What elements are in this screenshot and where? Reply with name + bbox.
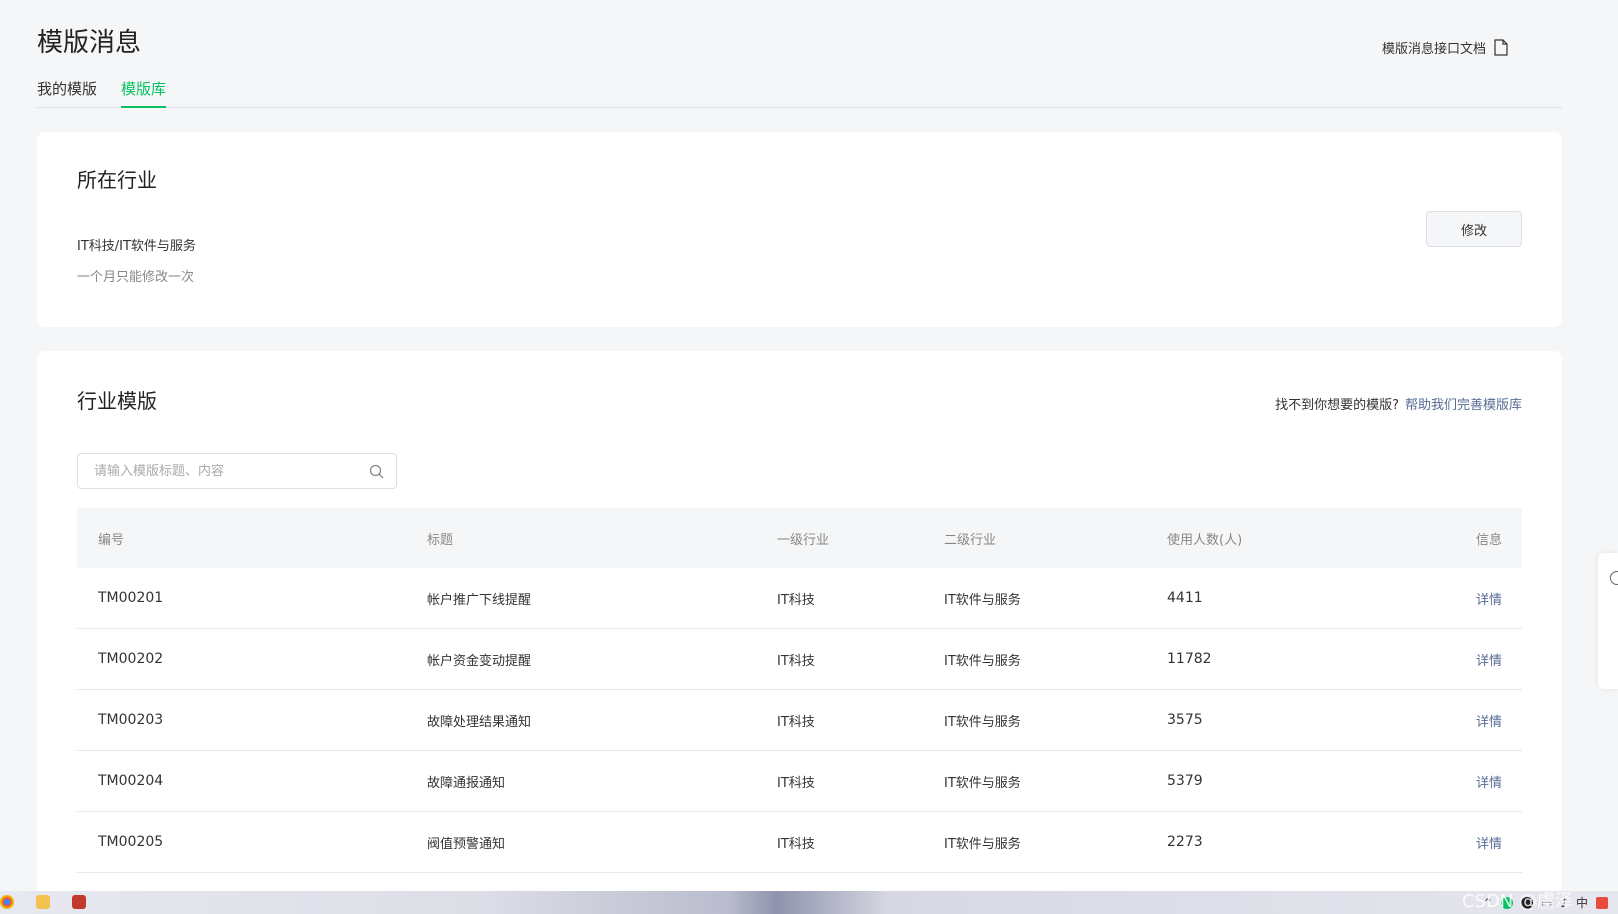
tab-template-library[interactable]: 模版库 [121, 78, 167, 108]
folder-icon[interactable] [36, 895, 50, 909]
col-header-users: 使用人数(人) [1167, 532, 1243, 548]
cell-industry1: IT科技 [777, 775, 815, 791]
templates-card: 行业模版 找不到你想要的模版? 帮助我们完善模版库 编号 标题 一级行业 二级行… [37, 351, 1562, 911]
col-header-industry2: 二级行业 [944, 532, 997, 548]
cell-industry2: IT软件与服务 [944, 775, 1021, 791]
help-improve-link[interactable]: 帮助我们完善模版库 [1405, 394, 1522, 413]
cell-industry1: IT科技 [777, 714, 815, 730]
col-header-title: 标题 [427, 532, 454, 548]
templates-title: 行业模版 [77, 389, 157, 413]
cell-title: 帐户资金变动提醒 [427, 653, 532, 669]
help-text: 找不到你想要的模版? 帮助我们完善模版库 [1275, 394, 1522, 413]
modify-button[interactable]: 修改 [1426, 211, 1522, 247]
detail-link[interactable]: 详情 [1476, 654, 1502, 669]
templates-table: 编号 标题 一级行业 二级行业 使用人数(人) 信息 TM00201 帐户推广下… [77, 508, 1522, 873]
page-title: 模版消息 [37, 28, 142, 58]
cell-industry1: IT科技 [777, 653, 815, 669]
doc-link-label: 模版消息接口文档 [1381, 42, 1486, 57]
cell-industry2: IT软件与服务 [944, 836, 1021, 852]
table-row: TM00204 故障通报通知 IT科技 IT软件与服务 5379 详情 [77, 751, 1522, 812]
col-header-id: 编号 [98, 532, 125, 548]
table-row: TM00205 阀值预警通知 IT科技 IT软件与服务 2273 详情 [77, 812, 1522, 873]
cell-title: 故障通报通知 [427, 775, 506, 791]
cell-id: TM00203 [98, 712, 164, 728]
detail-link[interactable]: 详情 [1476, 593, 1502, 608]
industry-note: 一个月只能修改一次 [77, 270, 195, 285]
cell-industry1: IT科技 [777, 592, 815, 608]
detail-link[interactable]: 详情 [1476, 715, 1502, 730]
cell-users: 2273 [1167, 834, 1203, 850]
cell-users: 4411 [1167, 590, 1203, 606]
search-input[interactable] [94, 463, 369, 479]
watermark: CSDN @虞泽 [1461, 891, 1573, 912]
cell-id: TM00202 [98, 651, 164, 667]
table-header: 编号 标题 一级行业 二级行业 使用人数(人) 信息 [77, 508, 1522, 568]
ime-indicator[interactable]: 中 [1576, 894, 1588, 911]
doc-link[interactable]: 模版消息接口文档 [1382, 38, 1508, 57]
cell-users: 11782 [1167, 651, 1212, 667]
app-icon[interactable] [72, 895, 86, 909]
search-icon[interactable] [369, 464, 384, 479]
detail-link[interactable]: 详情 [1476, 837, 1502, 852]
col-header-info: 信息 [1475, 532, 1502, 548]
cell-title: 帐户推广下线提醒 [427, 592, 532, 608]
cell-industry2: IT软件与服务 [944, 714, 1021, 730]
cell-users: 5379 [1167, 773, 1203, 789]
cell-industry2: IT软件与服务 [944, 592, 1021, 608]
cell-industry2: IT软件与服务 [944, 653, 1021, 669]
tab-bar: 我的模版 模版库 [37, 78, 1562, 108]
side-help-tab[interactable] [1598, 553, 1618, 689]
chrome-icon[interactable] [0, 895, 14, 909]
notification-icon[interactable] [1596, 896, 1608, 909]
col-header-industry1: 一级行业 [777, 532, 830, 548]
cell-id: TM00205 [98, 834, 164, 850]
cell-title: 故障处理结果通知 [427, 714, 532, 730]
industry-value: IT科技/IT软件与服务 [77, 239, 196, 254]
help-question: 找不到你想要的模版? [1275, 398, 1399, 413]
cell-id: TM00201 [98, 590, 164, 606]
industry-card: 所在行业 IT科技/IT软件与服务 一个月只能修改一次 修改 [37, 132, 1562, 327]
table-row: TM00201 帐户推广下线提醒 IT科技 IT软件与服务 4411 详情 [77, 568, 1522, 629]
industry-title: 所在行业 [77, 168, 157, 192]
document-icon [1494, 39, 1508, 56]
cell-users: 3575 [1167, 712, 1203, 728]
tab-my-templates[interactable]: 我的模版 [37, 78, 97, 108]
help-circle-icon [1610, 571, 1618, 585]
search-box [77, 453, 397, 489]
cell-id: TM00204 [98, 773, 164, 789]
table-row: TM00203 故障处理结果通知 IT科技 IT软件与服务 3575 详情 [77, 690, 1522, 751]
detail-link[interactable]: 详情 [1476, 776, 1502, 791]
table-row: TM00202 帐户资金变动提醒 IT科技 IT软件与服务 11782 详情 [77, 629, 1522, 690]
cell-industry1: IT科技 [777, 836, 815, 852]
cell-title: 阀值预警通知 [427, 836, 506, 852]
taskbar: ⌃ ▭ ♪ 中 [0, 891, 1618, 914]
